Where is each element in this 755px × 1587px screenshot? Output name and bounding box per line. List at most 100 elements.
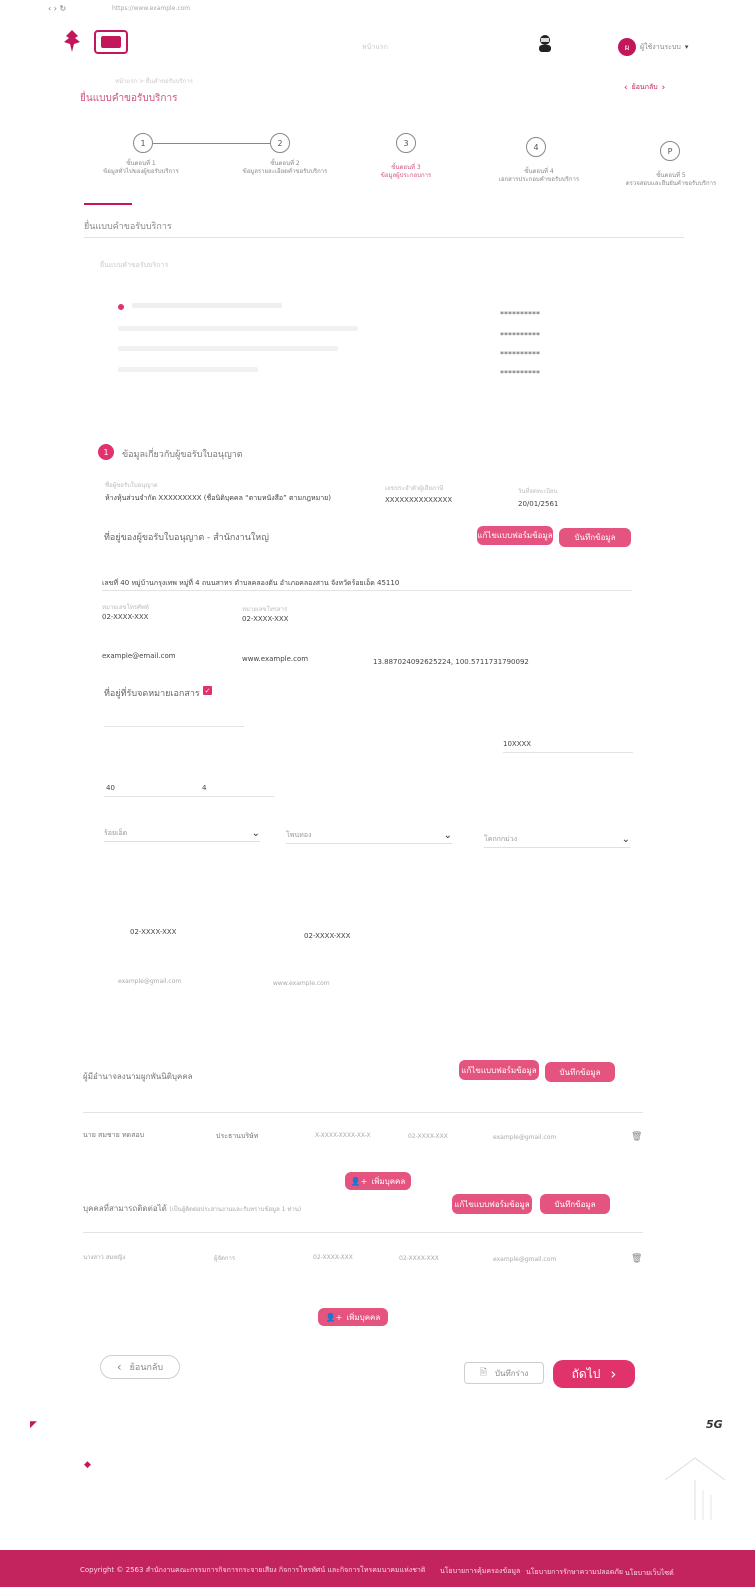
same-address-checkbox[interactable]: ✓ [203, 686, 212, 695]
browser-url[interactable]: https://www.example.com [112, 5, 190, 12]
step-3-label: ขั้นตอนที่ 3 ข้อมูลผู้ประกอบการ [380, 164, 432, 179]
signers-save-button[interactable]: บันทึกข้อมูล [545, 1062, 615, 1082]
tab-divider [84, 237, 684, 238]
tower-graphic [664, 1450, 726, 1520]
browser-nav-icons[interactable]: ‹ › ↻ [48, 4, 66, 13]
signers-heading: ผู้มีอำนาจลงนามผูกพันนิติบุคคล [83, 1072, 193, 1081]
contacts-add-button[interactable]: 👤+ เพิ่มบุคคล [318, 1308, 388, 1326]
radio-option-3-label [118, 346, 338, 351]
chevron-down-icon: ⌄ [251, 828, 260, 839]
doc-moo-value: 4 [202, 784, 207, 792]
section-number-badge: 1 [98, 444, 114, 460]
page-title: ยื่นแบบคำขอรับบริการ [80, 93, 178, 104]
step-4-circle[interactable]: 4 [526, 137, 546, 157]
nav-home-link[interactable]: หน้าแรก [362, 42, 388, 53]
status-network-label: 5G [706, 1418, 723, 1431]
taxid-label: เลขประจำตัวผู้เสียภาษี [385, 485, 444, 492]
chevron-left-icon: ‹ [116, 1360, 122, 1374]
step-5-label: ขั้นตอนที่ 5 ตรวจสอบและยืนยันคำขอรับบริก… [625, 172, 717, 187]
chevron-right-icon: › [661, 82, 666, 93]
trash-icon[interactable]: 🗑 [631, 1132, 642, 1142]
user-menu[interactable]: ผ ผู้ใช้งานระบบ ▾ [618, 38, 688, 56]
table-row[interactable]: นาย สมชาย ทดสอบ ประธานบริษัท X-XXXX-XXXX… [83, 1126, 653, 1144]
chevron-down-icon: ▾ [684, 43, 689, 51]
company-edit-button[interactable]: แก้ไขแบบฟอร์มข้อมูล [477, 526, 553, 545]
doc-house-line [104, 796, 274, 797]
company-phone-value: 02-XXXX-XXX [102, 613, 149, 621]
garuda-logo [62, 28, 82, 56]
radio-option-1-label [132, 303, 282, 308]
step-5-circle[interactable]: P [660, 141, 680, 161]
chevron-left-icon: ‹ [624, 82, 628, 93]
company-coords-value: 13.887024092625224, 100.5711731790092 [373, 658, 529, 666]
radio-option-1[interactable] [118, 304, 124, 310]
back-link[interactable]: ‹ ย้อนกลับ › [624, 82, 665, 93]
signers-edit-button[interactable]: แก้ไขแบบฟอร์มข้อมูล [459, 1060, 539, 1080]
add-user-icon: 👤+ [325, 1312, 343, 1322]
company-save-button[interactable]: บันทึกข้อมูล [559, 528, 631, 547]
signers-add-button[interactable]: 👤+ เพิ่มบุคคล [345, 1172, 411, 1190]
footer-link-security[interactable]: นโยบายการรักษาความปลอดภัย [526, 1567, 623, 1578]
contacts-edit-button[interactable]: แก้ไขแบบฟอร์มข้อมูล [452, 1194, 532, 1214]
table-row[interactable]: นางสาว สมหญิง ผู้จัดการ 02-XXXX-XXX 02-X… [83, 1248, 653, 1266]
doc-phone-value: 02-XXXX-XXX [130, 928, 177, 936]
doc-postcode-line [503, 752, 633, 753]
doc-address-heading: ที่อยู่ที่รับจดหมายเอกสาร [104, 689, 200, 699]
address-divider [102, 590, 632, 591]
province-select[interactable]: ร้อยเอ็ด ⌄ [104, 826, 260, 842]
save-draft-icon: 🗎 [479, 1368, 487, 1378]
footer: Copyright © 2563 สำนักงานคณะกรรมการกิจกา… [0, 1550, 755, 1587]
company-address-heading: ที่อยู่ของผู้ขอรับใบอนุญาต - สำนักงานใหญ… [104, 533, 269, 543]
chevron-down-icon: ⌄ [443, 830, 452, 841]
user-avatar: ผ [618, 38, 636, 56]
doc-website-value: www.example.com [273, 980, 330, 987]
masked-value-1: ********** [500, 310, 540, 319]
footer-copyright: Copyright © 2563 สำนักงานคณะกรรมการกิจกา… [80, 1566, 426, 1574]
add-user-icon: 👤+ [350, 1176, 368, 1186]
trash-icon[interactable]: 🗑 [631, 1254, 642, 1264]
company-heading: ข้อมูลเกี่ยวกับผู้ขอรับใบอนุญาต [122, 450, 243, 460]
wifi-icon: ◤ [30, 1420, 37, 1430]
company-name-label: ชื่อผู้ขอรับใบอนุญาต [105, 482, 158, 489]
draft-button[interactable]: 🗎 บันทึกร่าง [464, 1362, 544, 1384]
back-button[interactable]: ‹ ย้อนกลับ [100, 1355, 180, 1379]
breadcrumb[interactable]: หน้าแรก > ยื่นคำขอรับบริการ [115, 76, 193, 86]
chevron-down-icon: ⌄ [621, 834, 630, 845]
next-button[interactable]: ถัดไป › [553, 1360, 635, 1388]
footer-link-privacy[interactable]: นโยบายการคุ้มครองข้อมูล [440, 1566, 520, 1577]
company-email-value: example@email.com [102, 652, 176, 660]
radio-option-4-label [118, 367, 258, 372]
step-3-circle[interactable]: 3 [396, 133, 416, 153]
taxid-value: XXXXXXXXXXXXXX [385, 496, 453, 504]
masked-value-3: ********** [500, 350, 540, 359]
company-address-value: เลขที่ 40 หมู่บ้านกรุงเทพ หมู่ที่ 4 ถนนส… [102, 579, 400, 587]
step-2-circle[interactable]: 2 [270, 133, 290, 153]
pin-icon: ◆ [84, 1460, 91, 1470]
contacts-heading: บุคคลที่สามารถติดต่อได้ (เป็นผู้ติดต่อปร… [83, 1204, 302, 1213]
step-1-label: ขั้นตอนที่ 1 ข้อมูลทั่วไปของผู้ขอรับบริก… [103, 160, 179, 175]
contacts-save-button[interactable]: บันทึกข้อมูล [540, 1194, 610, 1214]
radio-option-2-label [118, 326, 358, 331]
doc-postcode-value: 10XXXX [503, 740, 532, 748]
chevron-right-icon: › [610, 1365, 617, 1383]
section-subtitle: ยื่นแบบคำขอรับบริการ [100, 261, 169, 269]
reg-date-value: 20/01/2561 [518, 500, 559, 508]
district-select[interactable]: โพนทอง ⌄ [286, 828, 452, 844]
nbtc-logo[interactable] [94, 30, 128, 54]
doc-email-value: example@gmail.com [118, 978, 182, 985]
tab-active-indicator [84, 203, 132, 205]
user-name: ผู้ใช้งานระบบ [640, 42, 681, 51]
doc-house-value: 40 [106, 784, 115, 792]
tab-application[interactable]: ยื่นแบบคำขอรับบริการ [84, 219, 172, 233]
company-fax-label: หมายเลขโทรสาร [242, 606, 288, 613]
stepper-connector [148, 143, 275, 144]
masked-value-2: ********** [500, 331, 540, 340]
step-1-circle[interactable]: 1 [133, 133, 153, 153]
masked-value-4: ********** [500, 369, 540, 378]
subdistrict-select[interactable]: โคกกกม่วง ⌄ [484, 832, 630, 848]
support-avatar-icon[interactable] [536, 33, 554, 53]
company-phone-label: หมายเลขโทรศัพท์ [102, 604, 149, 611]
footer-link-website[interactable]: นโยบายเว็บไซต์ [625, 1568, 674, 1579]
signers-header-line [83, 1112, 643, 1113]
contacts-header-line [83, 1232, 643, 1233]
